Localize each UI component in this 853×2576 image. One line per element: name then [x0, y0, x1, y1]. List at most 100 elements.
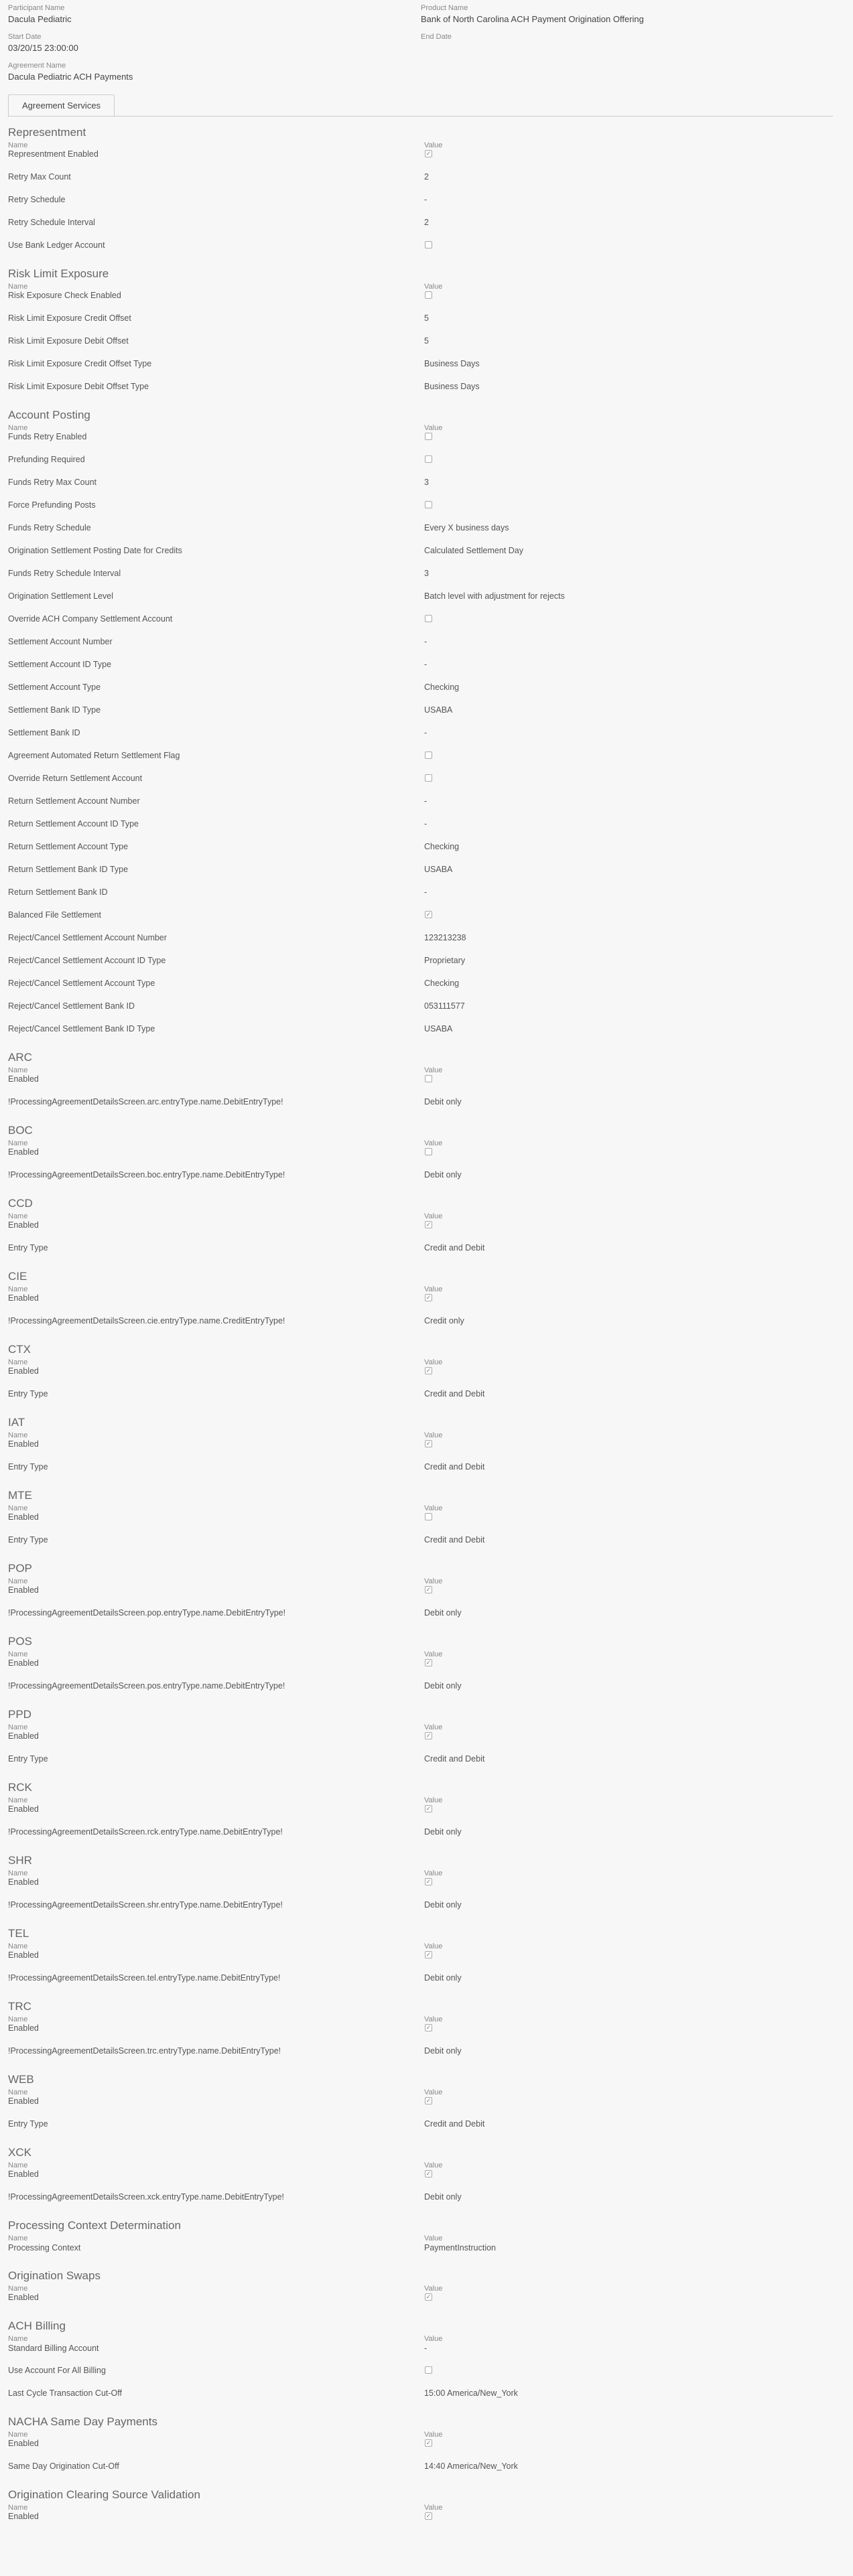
checked-checkbox[interactable]: ✓ — [425, 1805, 432, 1812]
column-header-value: Value — [424, 1723, 443, 1731]
row-label: Enabled — [8, 1950, 39, 1960]
row-value: PaymentInstruction — [424, 2243, 496, 2252]
column-header-value: Value — [424, 1942, 443, 1950]
checked-checkbox[interactable]: ✓ — [425, 1951, 432, 1958]
row-label: Use Account For All Billing — [8, 2366, 106, 2375]
checked-checkbox[interactable]: ✓ — [425, 2512, 432, 2520]
row-value: Checking — [424, 979, 460, 988]
section-title-account-posting: Account Posting — [8, 409, 90, 421]
row-value: 14:40 America/New_York — [424, 2461, 518, 2471]
row-label: Enabled — [8, 2512, 39, 2521]
column-header-value: Value — [424, 2161, 443, 2169]
unchecked-checkbox[interactable] — [425, 774, 432, 782]
checked-checkbox[interactable]: ✓ — [425, 1440, 432, 1447]
checked-checkbox[interactable]: ✓ — [425, 1732, 432, 1739]
row-value: - — [424, 796, 428, 806]
column-header-name: Name — [8, 1650, 28, 1658]
row-value: Batch level with adjustment for rejects — [424, 591, 565, 601]
column-header-name: Name — [8, 1139, 28, 1147]
column-header-value: Value — [424, 1139, 443, 1147]
column-header-name: Name — [8, 2285, 28, 2293]
unchecked-checkbox[interactable] — [425, 241, 432, 248]
row-label: Agreement Automated Return Settlement Fl… — [8, 751, 180, 760]
checked-checkbox[interactable]: ✓ — [425, 2439, 432, 2447]
row-label: Enabled — [8, 1366, 39, 1376]
section-title-processing-context-determination: Processing Context Determination — [8, 2219, 181, 2232]
unchecked-checkbox[interactable] — [425, 1148, 432, 1155]
row-label: Reject/Cancel Settlement Bank ID — [8, 1001, 135, 1011]
row-value: 123213238 — [424, 933, 466, 942]
row-value: Credit and Debit — [424, 1754, 485, 1764]
column-header-value: Value — [424, 1796, 443, 1804]
row-value: 15:00 America/New_York — [424, 2388, 518, 2398]
column-header-value: Value — [424, 1358, 443, 1366]
checked-checkbox[interactable]: ✓ — [425, 1586, 432, 1593]
row-value: - — [424, 728, 428, 737]
start-date-value: 03/20/15 23:00:00 — [8, 43, 78, 53]
row-label: Retry Schedule — [8, 195, 66, 204]
column-header-name: Name — [8, 2504, 28, 2512]
row-value: Checking — [424, 683, 460, 692]
row-value: Debit only — [424, 2046, 462, 2056]
row-label: Enabled — [8, 2096, 39, 2106]
checked-checkbox[interactable]: ✓ — [425, 911, 432, 918]
row-value: Every X business days — [424, 523, 509, 532]
checked-checkbox[interactable]: ✓ — [425, 1221, 432, 1228]
checked-checkbox[interactable]: ✓ — [425, 150, 432, 157]
section-title-ctx: CTX — [8, 1343, 31, 1356]
row-label: Last Cycle Transaction Cut-Off — [8, 2388, 122, 2398]
row-label: Enabled — [8, 2023, 39, 2033]
checked-checkbox[interactable]: ✓ — [425, 1294, 432, 1301]
row-label: !ProcessingAgreementDetailsScreen.trc.en… — [8, 2046, 281, 2056]
row-label: Entry Type — [8, 1754, 48, 1764]
column-header-value: Value — [424, 2015, 443, 2023]
column-header-value: Value — [424, 1431, 443, 1439]
unchecked-checkbox[interactable] — [425, 433, 432, 440]
row-label: Override ACH Company Settlement Account — [8, 614, 173, 624]
column-header-value: Value — [424, 1066, 443, 1074]
checked-checkbox[interactable]: ✓ — [425, 1878, 432, 1885]
row-label: Origination Settlement Posting Date for … — [8, 546, 182, 555]
row-value: Proprietary — [424, 956, 466, 965]
checked-checkbox[interactable]: ✓ — [425, 2170, 432, 2177]
column-header-name: Name — [8, 1431, 28, 1439]
unchecked-checkbox[interactable] — [425, 501, 432, 508]
unchecked-checkbox[interactable] — [425, 615, 432, 622]
row-label: Enabled — [8, 1731, 39, 1741]
row-label: Entry Type — [8, 2119, 48, 2129]
checked-checkbox[interactable]: ✓ — [425, 1659, 432, 1666]
row-label: Use Bank Ledger Account — [8, 240, 105, 250]
row-label: !ProcessingAgreementDetailsScreen.boc.en… — [8, 1170, 285, 1179]
unchecked-checkbox[interactable] — [425, 2366, 432, 2374]
column-header-name: Name — [8, 1942, 28, 1950]
unchecked-checkbox[interactable] — [425, 455, 432, 463]
unchecked-checkbox[interactable] — [425, 291, 432, 299]
row-label: Return Settlement Account Type — [8, 842, 129, 851]
row-value: Business Days — [424, 359, 480, 368]
row-label: Processing Context — [8, 2243, 81, 2252]
column-header-value: Value — [424, 2285, 443, 2293]
section-title-shr: SHR — [8, 1854, 32, 1867]
column-header-value: Value — [424, 1285, 443, 1293]
row-value: Credit and Debit — [424, 1243, 485, 1253]
tab-agreement-services[interactable]: Agreement Services — [8, 94, 115, 117]
column-header-name: Name — [8, 2015, 28, 2023]
unchecked-checkbox[interactable] — [425, 1513, 432, 1520]
row-value: - — [424, 660, 428, 669]
row-label: Entry Type — [8, 1243, 48, 1253]
unchecked-checkbox[interactable] — [425, 1075, 432, 1082]
checked-checkbox[interactable]: ✓ — [425, 2024, 432, 2031]
checked-checkbox[interactable]: ✓ — [425, 2293, 432, 2301]
column-header-name: Name — [8, 141, 28, 149]
start-date-label: Start Date — [8, 33, 42, 41]
product-name-label: Product Name — [421, 4, 468, 12]
row-value: Debit only — [424, 1900, 462, 1910]
row-label: Force Prefunding Posts — [8, 500, 96, 510]
checked-checkbox[interactable]: ✓ — [425, 1367, 432, 1374]
unchecked-checkbox[interactable] — [425, 752, 432, 759]
row-label: !ProcessingAgreementDetailsScreen.pop.en… — [8, 1608, 286, 1618]
checked-checkbox[interactable]: ✓ — [425, 2097, 432, 2104]
column-header-name: Name — [8, 424, 28, 432]
row-label: !ProcessingAgreementDetailsScreen.cie.en… — [8, 1316, 285, 1326]
row-label: Enabled — [8, 1220, 39, 1230]
